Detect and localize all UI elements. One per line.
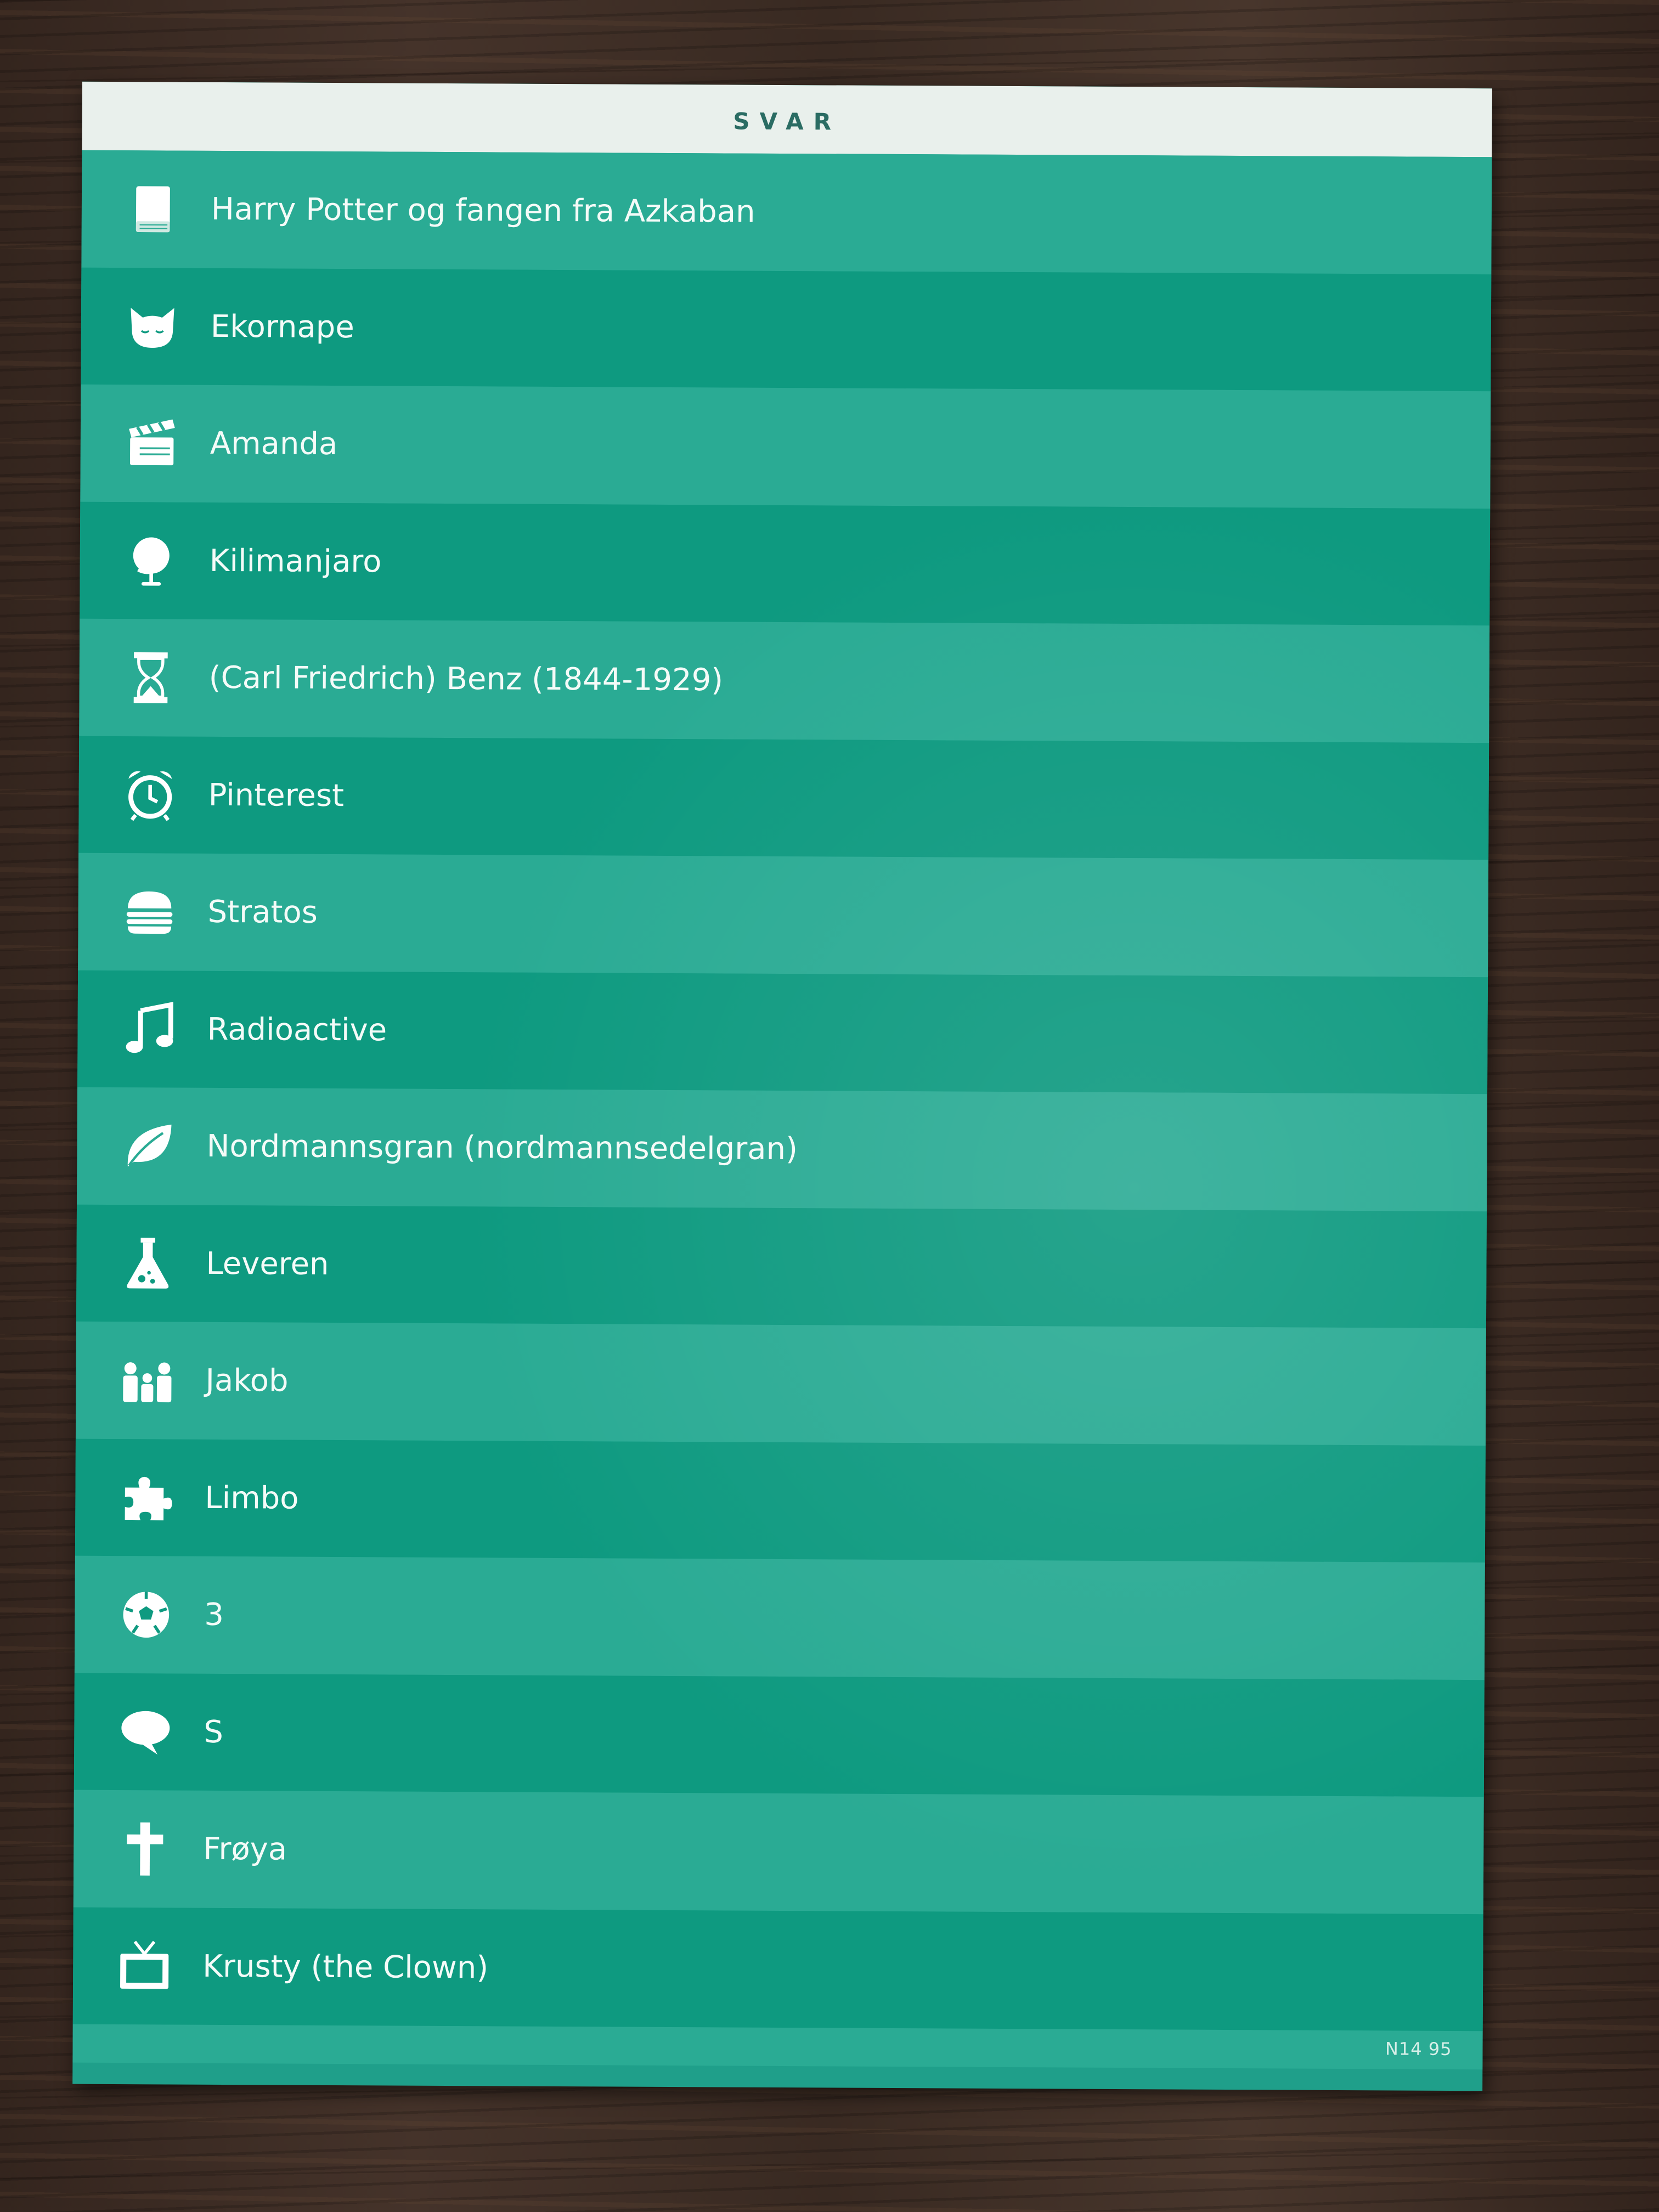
puzzle-icon bbox=[114, 1464, 180, 1531]
answer-row: S bbox=[74, 1673, 1485, 1797]
family-icon bbox=[114, 1347, 180, 1414]
music-note-icon bbox=[116, 996, 182, 1062]
answer-label: Limbo bbox=[205, 1480, 299, 1516]
globe-icon bbox=[118, 527, 184, 594]
answer-row: Frøya bbox=[73, 1790, 1484, 1914]
answer-label: Krusty (the Clown) bbox=[202, 1948, 489, 1986]
answer-label: Frøya bbox=[203, 1831, 287, 1867]
answer-row: Ekornape bbox=[81, 267, 1492, 392]
answer-row: Amanda bbox=[80, 384, 1491, 509]
book-icon bbox=[120, 176, 187, 242]
cross-icon bbox=[112, 1816, 178, 1882]
answer-row: Jakob bbox=[75, 1321, 1486, 1446]
hourglass-icon bbox=[117, 645, 184, 711]
answer-label: Stratos bbox=[207, 894, 318, 931]
card-code: N14 95 bbox=[1385, 2038, 1452, 2059]
alarm-clock-icon bbox=[117, 761, 183, 828]
answer-row: Pinterest bbox=[78, 736, 1489, 860]
answer-list: Harry Potter og fangen fra Azkaban Ekorna… bbox=[72, 150, 1492, 2032]
burger-icon bbox=[116, 879, 183, 945]
answer-label: Harry Potter og fangen fra Azkaban bbox=[211, 191, 755, 230]
clapperboard-icon bbox=[119, 410, 185, 477]
answer-label: Radioactive bbox=[207, 1011, 387, 1048]
answer-label: (Carl Friedrich) Benz (1844-1929) bbox=[208, 660, 724, 698]
card-header: SVAR bbox=[82, 81, 1492, 157]
answer-row: Radioactive bbox=[77, 970, 1488, 1094]
answer-row: Kilimanjaro bbox=[80, 501, 1491, 626]
answer-card: SVAR Harry Potter og fangen fra Azkaban E… bbox=[72, 81, 1492, 2091]
card-footer: N14 95 bbox=[72, 2024, 1483, 2070]
leaf-icon bbox=[115, 1113, 182, 1180]
answer-label: 3 bbox=[204, 1597, 224, 1633]
cat-icon bbox=[120, 293, 186, 359]
answer-label: Kilimanjaro bbox=[209, 543, 382, 580]
answer-row: Krusty (the Clown) bbox=[72, 1907, 1483, 2032]
answer-label: S bbox=[204, 1714, 224, 1750]
answer-label: Pinterest bbox=[208, 777, 345, 814]
answer-row: (Carl Friedrich) Benz (1844-1929) bbox=[79, 618, 1490, 743]
answer-label: Jakob bbox=[205, 1363, 289, 1399]
answer-row: Nordmannsgran (nordmannsedelgran) bbox=[77, 1087, 1488, 1211]
answer-label: Leveren bbox=[206, 1245, 329, 1282]
answer-row: Limbo bbox=[75, 1438, 1486, 1563]
flask-icon bbox=[115, 1230, 181, 1296]
soccer-ball-icon bbox=[113, 1582, 179, 1648]
answer-label: Amanda bbox=[210, 426, 338, 462]
answer-row: Leveren bbox=[76, 1204, 1487, 1329]
answer-row: Stratos bbox=[78, 853, 1489, 977]
answer-row: Harry Potter og fangen fra Azkaban bbox=[81, 150, 1492, 274]
answer-label: Ekornape bbox=[210, 308, 354, 345]
card-title: SVAR bbox=[733, 108, 842, 136]
answer-row: 3 bbox=[74, 1555, 1485, 1680]
speech-bubble-icon bbox=[112, 1699, 179, 1765]
answer-label: Nordmannsgran (nordmannsedelgran) bbox=[206, 1128, 798, 1167]
tv-icon bbox=[111, 1933, 178, 1999]
